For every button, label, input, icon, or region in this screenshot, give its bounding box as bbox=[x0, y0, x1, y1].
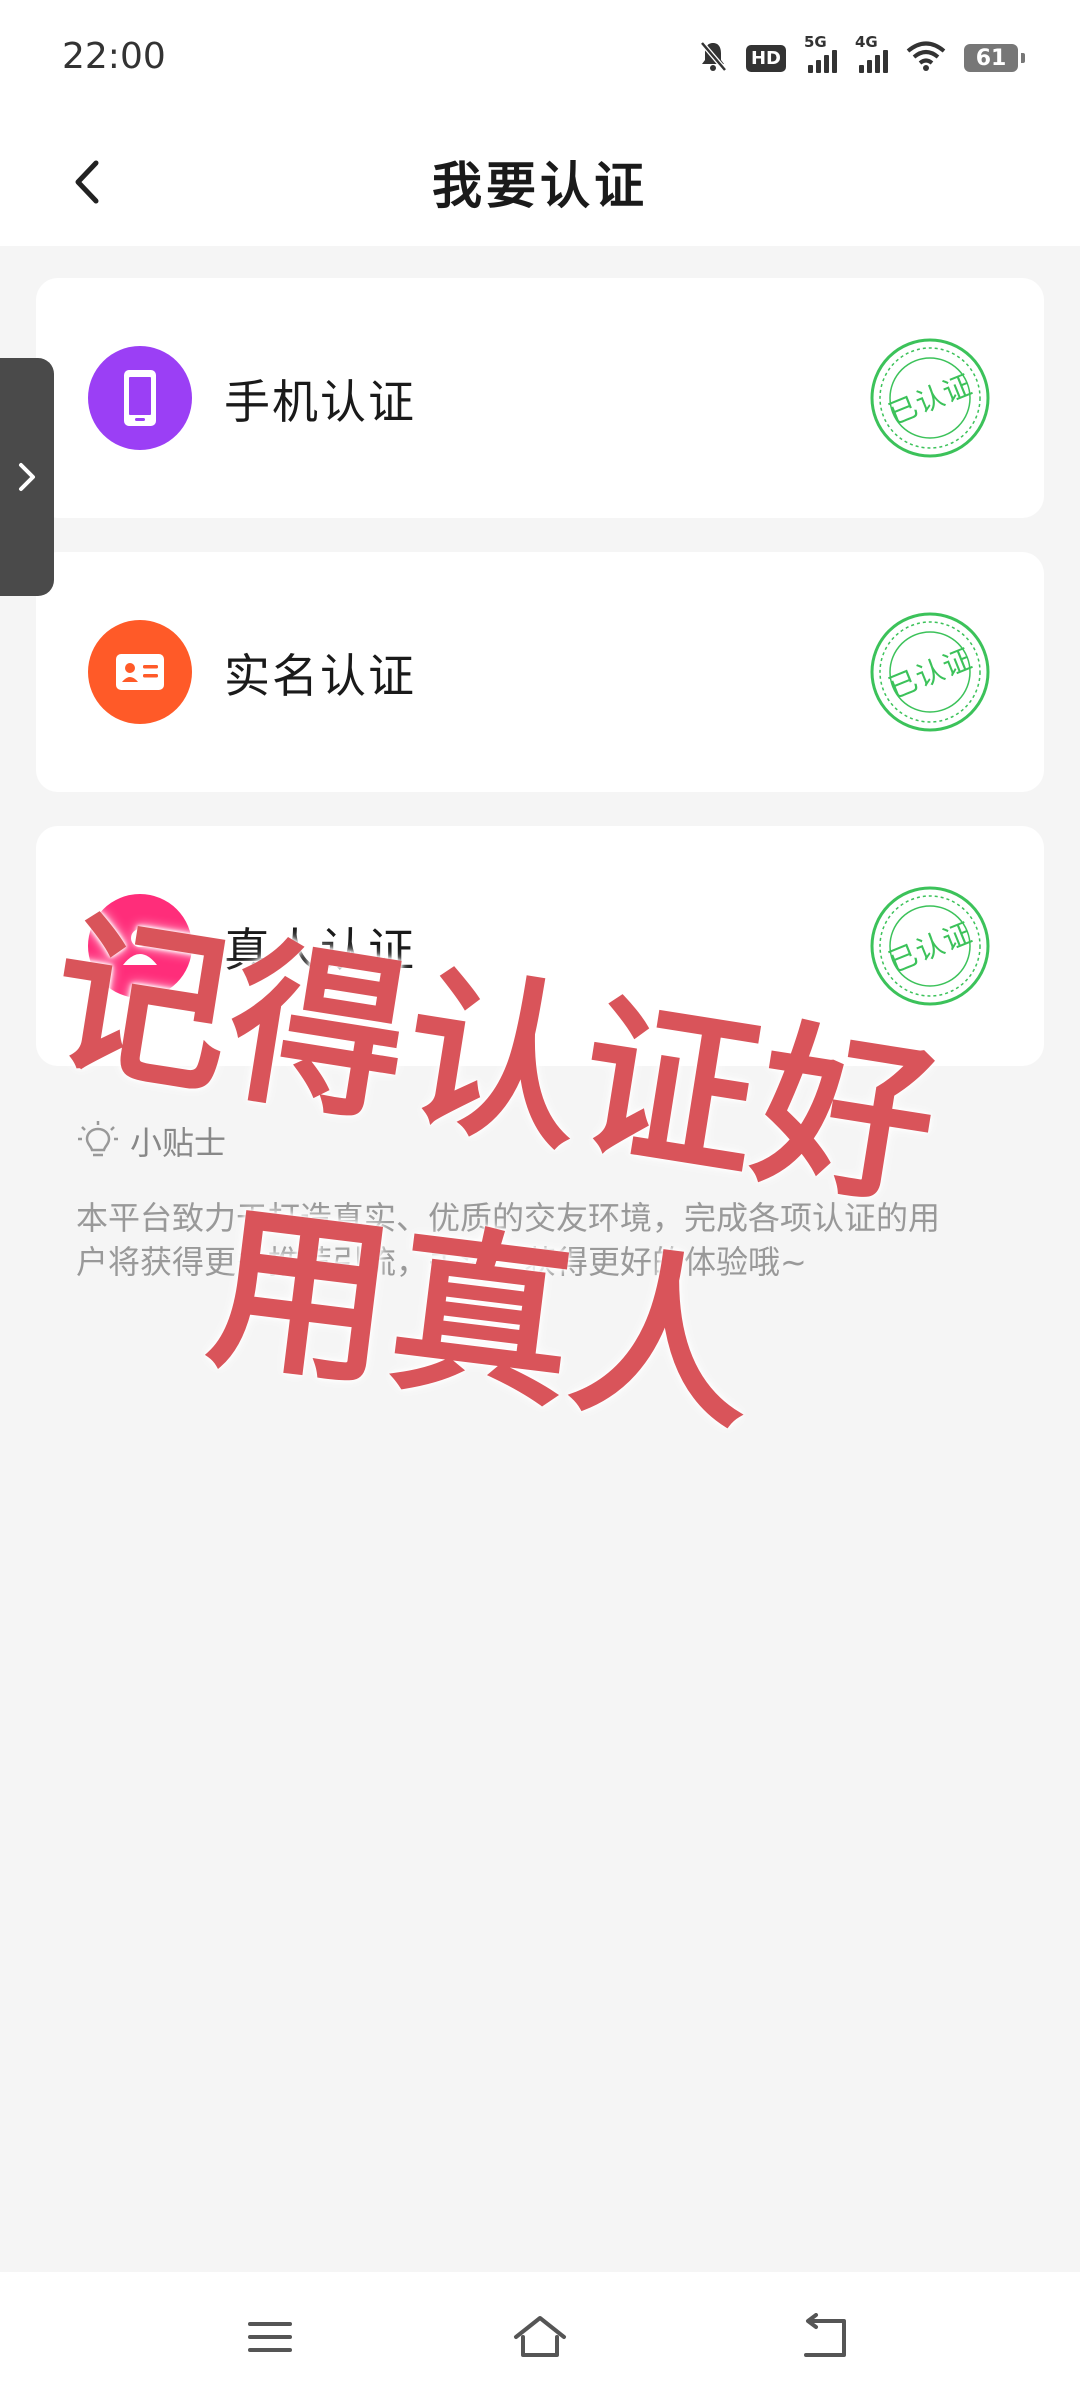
battery-icon: 61 bbox=[964, 44, 1025, 72]
mute-bell-icon bbox=[698, 40, 728, 76]
card-label: 真人认证 bbox=[224, 923, 416, 977]
card-realperson-verification[interactable]: 真人认证 已认证 bbox=[36, 826, 1044, 1066]
system-back-button[interactable] bbox=[785, 2302, 865, 2372]
lightbulb-icon bbox=[78, 1121, 118, 1157]
home-icon bbox=[514, 2316, 566, 2357]
home-button[interactable] bbox=[500, 2302, 580, 2372]
verified-stamp: 已认证 bbox=[868, 884, 992, 1008]
overlay-text-line-2: 用真人 bbox=[199, 1182, 767, 1457]
tips-header: 小贴士 bbox=[76, 1118, 226, 1164]
page-title: 我要认证 bbox=[432, 157, 648, 215]
signal-4g-icon: 4G bbox=[855, 33, 888, 73]
signal-4g-label: 4G bbox=[855, 33, 878, 51]
card-label: 手机认证 bbox=[224, 375, 416, 429]
back-icon bbox=[804, 2313, 846, 2357]
wifi-icon bbox=[906, 40, 946, 76]
verified-stamp: 已认证 bbox=[868, 336, 992, 460]
status-icons: HD 5G 4G 61 bbox=[698, 33, 1025, 78]
tips-title: 小贴士 bbox=[130, 1124, 227, 1162]
hd-icon: HD bbox=[745, 44, 786, 72]
header: 我要认证 bbox=[0, 118, 1080, 246]
id-card-icon bbox=[88, 620, 192, 724]
chevron-right-icon bbox=[19, 463, 35, 491]
side-expand-tab[interactable] bbox=[0, 358, 54, 596]
card-label: 实名认证 bbox=[224, 649, 416, 703]
person-icon bbox=[88, 894, 192, 998]
signal-5g-icon: 5G bbox=[804, 33, 837, 73]
verified-stamp: 已认证 bbox=[868, 610, 992, 734]
status-time: 22:00 bbox=[62, 36, 166, 77]
menu-button[interactable] bbox=[230, 2302, 310, 2372]
phone-icon bbox=[88, 346, 192, 450]
signal-5g-label: 5G bbox=[804, 33, 827, 51]
card-realname-verification[interactable]: 实名认证 已认证 bbox=[36, 552, 1044, 792]
menu-icon bbox=[248, 2322, 292, 2352]
card-phone-verification[interactable]: 手机认证 已认证 bbox=[36, 278, 1044, 518]
tips-body: 本平台致力于打造真实、优质的交友环境，完成各项认证的用户将获得更多推荐引流，关注… bbox=[76, 1199, 941, 1281]
system-nav-bar bbox=[0, 2272, 1080, 2400]
status-bar: 22:00 HD 5G 4G 61 bbox=[0, 0, 1080, 118]
